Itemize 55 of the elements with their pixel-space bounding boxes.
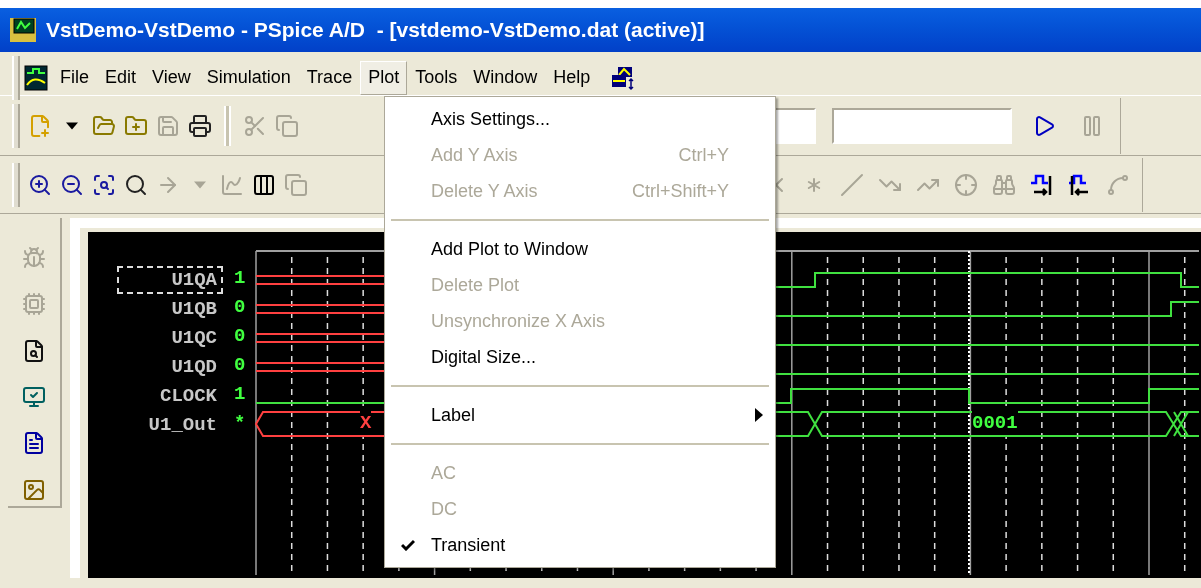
shortcut-label: Ctrl+Shift+Y bbox=[631, 179, 729, 203]
menu-option[interactable]: Digital Size... bbox=[385, 339, 775, 375]
checkmark-icon bbox=[401, 539, 415, 551]
bus-value: X bbox=[360, 411, 372, 435]
signal-value: * bbox=[234, 411, 246, 435]
menu-item[interactable]: Plot bbox=[360, 60, 408, 95]
menu-option[interactable]: Add Plot to Window bbox=[385, 231, 775, 267]
new-file-icon[interactable] bbox=[28, 113, 52, 138]
signal-name[interactable]: U1QB bbox=[165, 295, 223, 323]
shortcut-label: Ctrl+Y bbox=[678, 143, 729, 167]
menu-item[interactable]: Simulation bbox=[198, 60, 299, 95]
toolbar-grip[interactable] bbox=[12, 55, 20, 100]
menu-item[interactable]: Trace bbox=[298, 60, 361, 95]
chart-window-icon[interactable] bbox=[24, 64, 48, 91]
open-folder-icon[interactable] bbox=[92, 113, 116, 138]
menu-option[interactable]: Transient bbox=[385, 527, 775, 563]
signal-name[interactable]: U1QA bbox=[117, 266, 223, 294]
pulse-edge-icon[interactable] bbox=[1030, 172, 1054, 197]
document-search-icon[interactable] bbox=[22, 338, 46, 363]
signal-value: 1 bbox=[234, 266, 246, 290]
zoom-in-icon[interactable] bbox=[28, 172, 52, 197]
tile-windows-icon[interactable] bbox=[610, 64, 637, 91]
signal-value: 0 bbox=[234, 324, 246, 348]
signal-name[interactable]: CLOCK bbox=[154, 382, 223, 410]
document-icon[interactable] bbox=[22, 431, 46, 456]
menu-option[interactable]: Label bbox=[385, 397, 775, 433]
signal-name[interactable]: U1_Out bbox=[142, 411, 223, 439]
menu-item[interactable]: Window bbox=[465, 60, 546, 95]
signal-value: 0 bbox=[234, 295, 246, 319]
folder-plus-icon[interactable] bbox=[124, 113, 148, 138]
input-field[interactable] bbox=[832, 107, 1012, 144]
toolbar-grip[interactable] bbox=[12, 103, 20, 148]
menu-item[interactable]: Edit bbox=[97, 60, 145, 95]
columns-icon[interactable] bbox=[252, 172, 276, 197]
signal-name[interactable]: U1QC bbox=[165, 324, 223, 352]
menu-item[interactable]: View bbox=[144, 60, 199, 95]
print-icon[interactable] bbox=[188, 113, 212, 138]
menu-option[interactable]: Axis Settings... bbox=[385, 101, 775, 137]
window-title: VstDemo-VstDemo - PSpice A/D - [vstdemo-VstDemo.dat (active)] bbox=[46, 17, 705, 44]
zoom-out-icon[interactable] bbox=[60, 172, 84, 197]
app-icon bbox=[8, 16, 38, 44]
zoom-fit-icon[interactable] bbox=[124, 172, 148, 197]
submenu-arrow-icon bbox=[755, 408, 763, 422]
monitor-icon[interactable] bbox=[22, 385, 46, 410]
menu-item[interactable]: Tools bbox=[407, 60, 466, 95]
zoom-area-icon[interactable] bbox=[92, 172, 116, 197]
signal-value: 0 bbox=[234, 353, 246, 377]
menu-item[interactable]: Help bbox=[545, 60, 599, 95]
bus-value: 0001 bbox=[972, 411, 1018, 435]
toolbar-grip[interactable] bbox=[12, 162, 20, 207]
image-icon[interactable] bbox=[22, 477, 46, 502]
caret-icon[interactable] bbox=[66, 121, 78, 130]
signal-name[interactable]: U1QD bbox=[165, 353, 223, 381]
menu-item[interactable]: File bbox=[52, 60, 97, 95]
signal-value: 1 bbox=[234, 382, 246, 406]
